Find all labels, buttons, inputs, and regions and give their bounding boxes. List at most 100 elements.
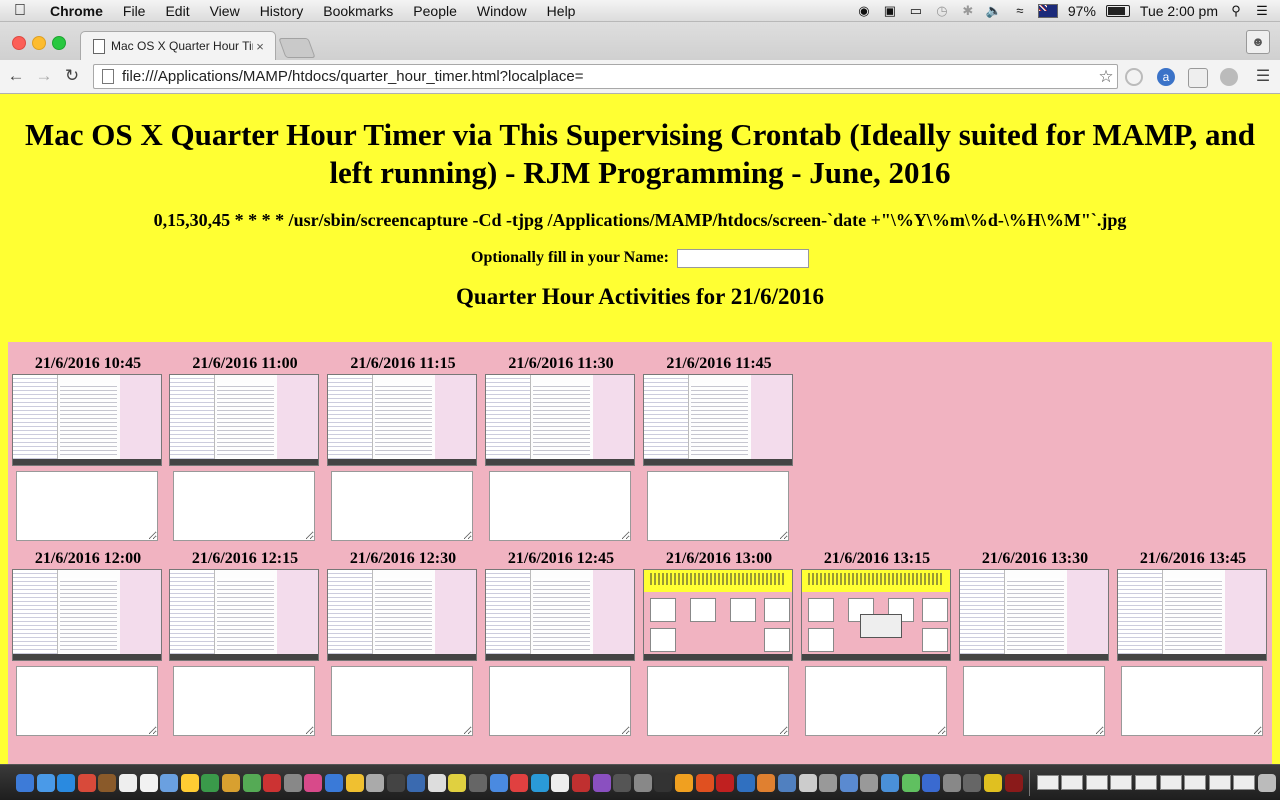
extension-box-icon[interactable] [1188, 68, 1208, 88]
window-close-button[interactable] [12, 36, 26, 50]
extension-a-icon[interactable]: a [1157, 68, 1175, 86]
screenshot-thumbnail[interactable] [169, 569, 319, 661]
activity-notes-textarea[interactable] [647, 471, 789, 541]
menubar-clock[interactable]: Tue 2:00 pm [1140, 3, 1218, 19]
dock-minimized-window[interactable] [1208, 775, 1231, 790]
extension-circle-icon[interactable] [1125, 68, 1143, 86]
dock-app-icon[interactable] [963, 773, 982, 792]
activity-notes-textarea[interactable] [963, 666, 1105, 736]
dock-app-icon[interactable] [427, 773, 446, 792]
activity-notes-textarea[interactable] [16, 666, 158, 736]
name-input[interactable] [676, 249, 809, 268]
menu-history[interactable]: History [250, 3, 314, 19]
menu-edit[interactable]: Edit [155, 3, 199, 19]
activity-notes-textarea[interactable] [173, 471, 315, 541]
dock-app-icon[interactable] [345, 773, 364, 792]
volume-icon[interactable]: 🔈 [986, 3, 1002, 18]
dock-app-icon[interactable] [448, 773, 467, 792]
activity-notes-textarea[interactable] [16, 471, 158, 541]
dock-app-icon[interactable] [572, 773, 591, 792]
notification-center-icon[interactable]: ☰ [1254, 3, 1270, 18]
activity-notes-textarea[interactable] [173, 666, 315, 736]
dock-minimized-window[interactable] [1110, 775, 1133, 790]
dock-app-icon[interactable] [77, 773, 96, 792]
dock-app-icon[interactable] [201, 773, 220, 792]
dock-app-icon[interactable] [613, 773, 632, 792]
screenshot-thumbnail[interactable] [1117, 569, 1267, 661]
profile-icon[interactable]: ☻ [1246, 30, 1270, 54]
battery-icon[interactable] [1105, 4, 1130, 17]
battery-percent[interactable]: 97% [1068, 3, 1096, 19]
activity-notes-textarea[interactable] [647, 666, 789, 736]
dock-app-icon[interactable] [98, 773, 117, 792]
dock-minimized-window[interactable] [1036, 775, 1059, 790]
dock-app-icon[interactable] [819, 773, 838, 792]
activity-notes-textarea[interactable] [489, 666, 631, 736]
dock-app-icon[interactable] [757, 773, 776, 792]
dock-app-icon[interactable] [221, 773, 240, 792]
dock-app-icon[interactable] [777, 773, 796, 792]
dock-app-icon[interactable] [36, 773, 55, 792]
menu-bookmarks[interactable]: Bookmarks [313, 3, 403, 19]
menu-file[interactable]: File [113, 3, 156, 19]
forward-arrow-icon[interactable]: → [34, 66, 54, 86]
menu-view[interactable]: View [200, 3, 250, 19]
dock-app-icon[interactable] [736, 773, 755, 792]
screenshot-thumbnail[interactable] [643, 374, 793, 466]
dock-app-icon[interactable] [983, 773, 1002, 792]
wifi-icon[interactable]: ≈ [1012, 3, 1028, 18]
dock-app-icon[interactable] [592, 773, 611, 792]
window-zoom-button[interactable] [52, 36, 66, 50]
activity-notes-textarea[interactable] [331, 666, 473, 736]
dock-app-icon[interactable] [469, 773, 488, 792]
dock-app-icon[interactable] [942, 773, 961, 792]
dock-app-icon[interactable] [366, 773, 385, 792]
dock-app-icon[interactable] [901, 773, 920, 792]
new-tab-button[interactable] [278, 38, 316, 58]
airplay-icon[interactable]: ▭ [908, 3, 924, 18]
status-circle-icon[interactable]: ◉ [856, 3, 872, 18]
menu-help[interactable]: Help [537, 3, 586, 19]
dock-app-icon[interactable] [118, 773, 137, 792]
dock-app-icon[interactable] [16, 773, 34, 792]
menu-app-chrome[interactable]: Chrome [40, 3, 113, 19]
page-info-icon[interactable] [102, 69, 114, 84]
dock-app-icon[interactable] [139, 773, 158, 792]
dock-app-icon[interactable] [716, 773, 735, 792]
activity-notes-textarea[interactable] [331, 471, 473, 541]
dock-app-icon[interactable] [695, 773, 714, 792]
screenshot-thumbnail[interactable] [959, 569, 1109, 661]
trash-icon[interactable] [1258, 773, 1277, 792]
dock-app-icon[interactable] [160, 773, 179, 792]
activity-notes-textarea[interactable] [1121, 666, 1263, 736]
dock-minimized-window[interactable] [1061, 775, 1084, 790]
dock-app-icon[interactable] [633, 773, 652, 792]
back-arrow-icon[interactable]: ← [6, 66, 26, 86]
screenshot-thumbnail[interactable] [643, 569, 793, 661]
dock-app-icon[interactable] [324, 773, 343, 792]
dock-app-icon[interactable] [839, 773, 858, 792]
dock-app-icon[interactable] [57, 773, 76, 792]
dock-app-icon[interactable] [675, 773, 693, 792]
dock-app-icon[interactable] [510, 773, 529, 792]
status-app-icon[interactable]: ▣ [882, 3, 898, 18]
dock-app-icon[interactable] [180, 773, 199, 792]
menu-people[interactable]: People [403, 3, 467, 19]
reload-icon[interactable]: ↻ [62, 66, 82, 86]
extension-grey-icon[interactable] [1220, 68, 1238, 86]
dock-app-icon[interactable] [386, 773, 405, 792]
dock-app-icon[interactable] [654, 773, 673, 792]
address-bar[interactable]: file:///Applications/MAMP/htdocs/quarter… [93, 64, 1118, 89]
chrome-menu-icon[interactable]: ☰ [1254, 68, 1272, 86]
screenshot-thumbnail[interactable] [12, 374, 162, 466]
dock-app-icon[interactable] [860, 773, 879, 792]
bookmark-star-icon[interactable]: ☆ [1095, 67, 1117, 87]
dock-app-icon[interactable] [1004, 773, 1023, 792]
dock-app-icon[interactable] [263, 773, 282, 792]
tab-close-icon[interactable]: × [253, 39, 267, 54]
bluetooth-icon[interactable]: ✱ [960, 3, 976, 18]
dock-app-icon[interactable] [880, 773, 899, 792]
address-url[interactable]: file:///Applications/MAMP/htdocs/quarter… [122, 68, 1095, 85]
dock-app-icon[interactable] [798, 773, 817, 792]
menu-window[interactable]: Window [467, 3, 537, 19]
